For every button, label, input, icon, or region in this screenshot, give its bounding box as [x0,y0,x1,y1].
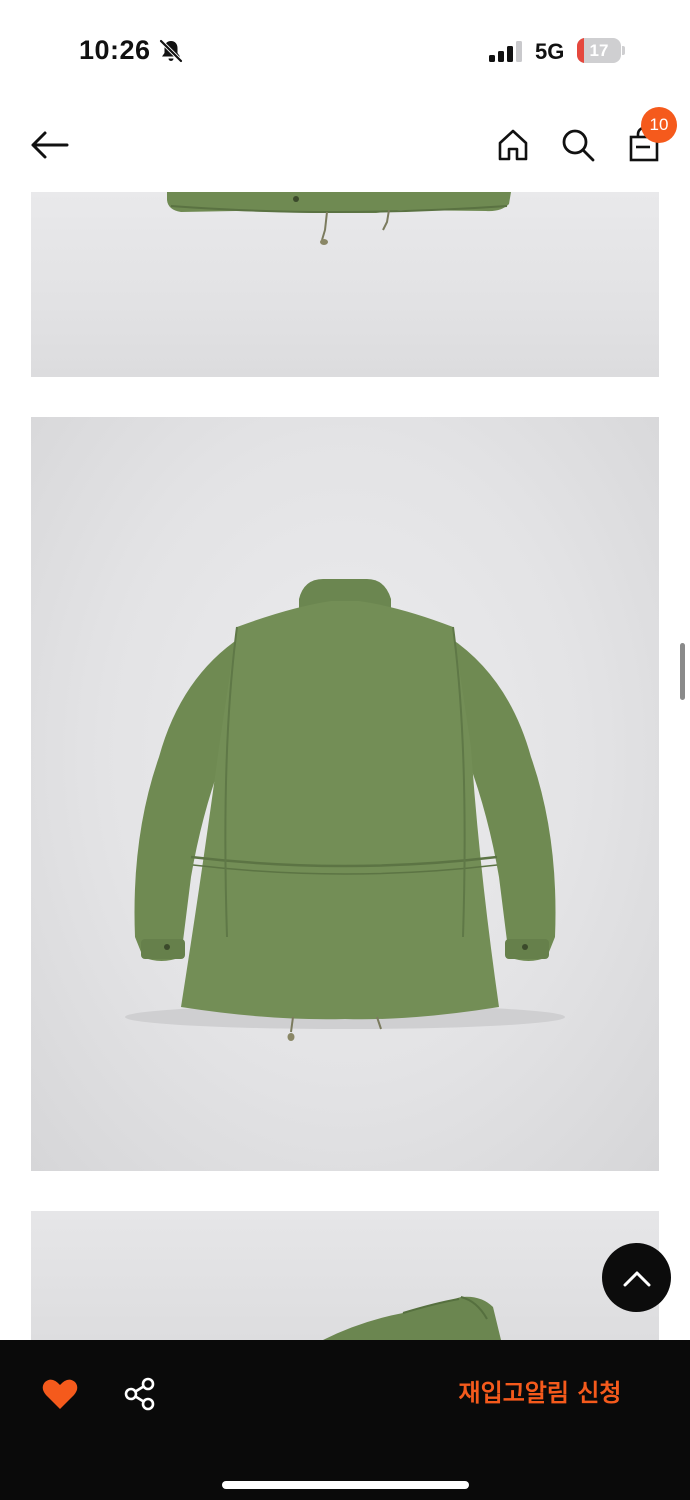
home-button[interactable] [492,124,534,166]
battery-charging-icon: 17 [577,38,625,63]
heart-filled-icon [42,1379,78,1409]
search-button[interactable] [557,124,599,166]
product-photo-jacket-collar [31,1211,659,1340]
status-bar: 10:26 5G 17 [0,0,690,100]
top-nav [0,100,690,192]
scroll-indicator[interactable] [680,643,685,700]
bell-slash-icon [159,39,183,63]
like-button[interactable] [40,1374,80,1414]
restock-alert-button[interactable]: 재입고알림 신청 [430,1370,650,1416]
share-button[interactable] [120,1374,160,1414]
back-button[interactable] [26,124,72,166]
product-photo-jacket-back [31,417,659,1171]
arrow-left-icon [31,131,69,159]
home-indicator [222,1481,469,1489]
cellular-signal-icon [489,41,522,62]
network-type: 5G [535,39,565,64]
back-to-top-button[interactable] [602,1243,671,1312]
cart-count-badge: 10 [641,107,677,143]
bottom-action-bar: 재입고알림 신청 [0,1340,690,1500]
chevron-up-icon [623,1271,650,1286]
status-time: 10:26 [79,35,151,65]
search-icon [562,129,595,162]
share-icon [124,1377,155,1411]
battery-level: 17 [589,41,609,60]
home-icon [498,129,528,161]
product-photo-jacket-hem [31,192,659,377]
